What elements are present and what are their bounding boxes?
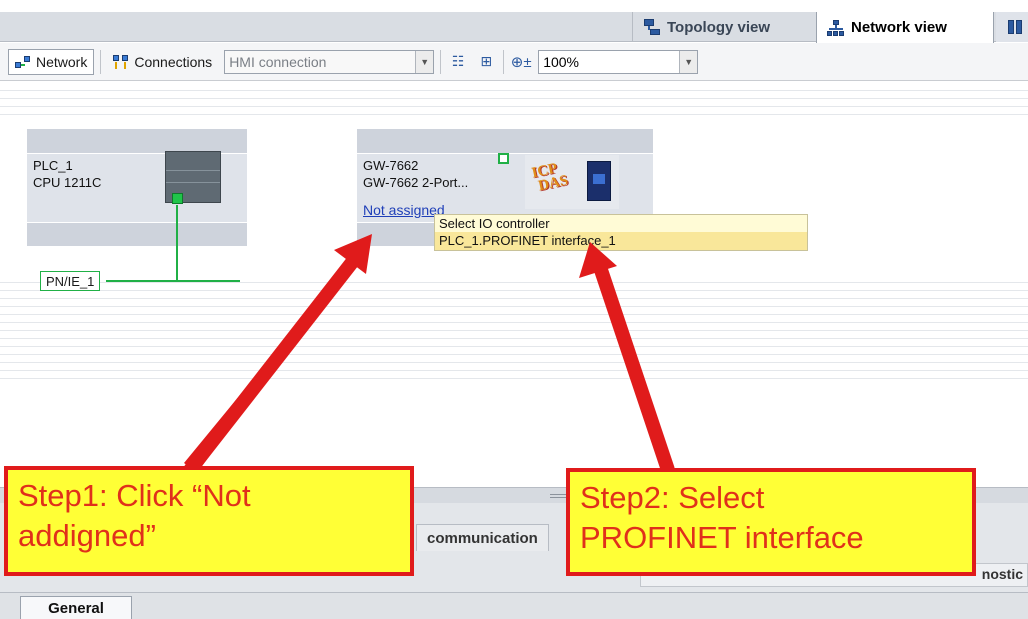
gateway-name: GW-7662 [363, 158, 419, 173]
zoom-select[interactable]: 100% ▼ [538, 49, 699, 74]
plc-name: PLC_1 [33, 158, 73, 173]
toolbar-divider [100, 49, 102, 74]
connections-button[interactable]: Connections [107, 49, 218, 75]
canvas-rule [0, 346, 1028, 347]
canvas-rule [0, 282, 1028, 283]
subnet-drop-line [176, 205, 178, 281]
device-header [27, 129, 247, 153]
canvas-rule [0, 314, 1028, 315]
canvas-rule [0, 322, 1028, 323]
grid-icon[interactable]: ⊞ [475, 51, 497, 73]
gateway-image: ICP DAS [525, 155, 619, 209]
tab-network-view[interactable]: Network view [816, 12, 994, 43]
zoom-icon[interactable]: ⊕± [510, 51, 532, 73]
dropdown-header: Select IO controller [439, 216, 550, 231]
dropdown-item-profinet[interactable]: PLC_1.PROFINET interface_1 [435, 232, 807, 250]
plc-model: CPU 1211C [33, 175, 102, 190]
canvas-rule [0, 338, 1028, 339]
gateway-port[interactable] [498, 153, 509, 164]
toolbar-divider [503, 49, 505, 74]
tab-network-label: Network view [851, 19, 947, 36]
profinet-port[interactable] [172, 193, 183, 204]
plc-device[interactable]: PLC_1 CPU 1211C [27, 129, 247, 246]
subnet-line[interactable] [106, 280, 240, 282]
device-view-icon [1006, 19, 1022, 35]
canvas-rule [0, 306, 1028, 307]
canvas-rule [0, 354, 1028, 355]
gateway-model: GW-7662 2-Port... [363, 175, 469, 190]
chevron-down-icon[interactable]: ▼ [679, 50, 698, 73]
network-button-label: Network [36, 53, 88, 70]
view-tab-strip: Topology view Network view [0, 12, 1028, 43]
step1-callout: Step1: Click “Not addigned” [4, 466, 414, 576]
subnet-label[interactable]: PN/IE_1 [40, 271, 101, 291]
not-assigned-link[interactable]: Not assigned [363, 202, 445, 218]
connection-type-value: HMI connection [229, 53, 327, 70]
show-address-icon[interactable]: ☷ [447, 51, 469, 73]
toolbar-divider [440, 49, 442, 74]
io-controller-dropdown: Select IO controller PLC_1.PROFINET inte… [434, 214, 808, 251]
inspector-subtab-row [0, 592, 1028, 619]
device-divider [27, 222, 247, 223]
device-footer [27, 222, 247, 246]
canvas-rule [0, 362, 1028, 363]
tab-communication[interactable]: communication [416, 524, 549, 551]
canvas-rule [0, 290, 1028, 291]
zoom-value: 100% [543, 53, 579, 70]
canvas-rule [0, 106, 1028, 107]
connections-button-label: Connections [134, 53, 213, 70]
canvas-rule [0, 370, 1028, 371]
chevron-down-icon[interactable]: ▼ [415, 50, 434, 73]
step1-line2: addigned” [18, 518, 156, 553]
connection-type-select[interactable]: HMI connection ▼ [224, 49, 435, 74]
canvas-rule [0, 90, 1028, 91]
canvas-rule [0, 98, 1028, 99]
tab-topology-view[interactable]: Topology view [632, 12, 812, 42]
gateway-hardware-image [587, 161, 611, 201]
canvas-rule [0, 330, 1028, 331]
topology-icon [643, 19, 661, 35]
step2-callout: Step2: Select PROFINET interface [566, 468, 976, 576]
network-view-icon [827, 19, 845, 36]
tab-general[interactable]: General [20, 596, 132, 619]
icp-das-logo: ICP DAS [530, 160, 570, 196]
step1-line1: Step1: Click “Not [18, 478, 251, 513]
connections-icon [113, 54, 129, 70]
tab-diagnostics[interactable]: nostic [982, 566, 1023, 582]
network-icon [15, 54, 31, 70]
canvas-rule [0, 114, 1028, 115]
step2-line2: PROFINET interface [580, 520, 864, 555]
tab-topology-label: Topology view [667, 18, 771, 36]
canvas-rule [0, 298, 1028, 299]
canvas-rule [0, 378, 1028, 379]
network-toolbar: Network Connections HMI connection ▼ ☷ ⊞… [0, 43, 1028, 81]
device-header [357, 129, 653, 153]
tab-device-view[interactable] [996, 12, 1028, 42]
step2-line1: Step2: Select [580, 480, 765, 515]
network-button[interactable]: Network [8, 48, 95, 75]
